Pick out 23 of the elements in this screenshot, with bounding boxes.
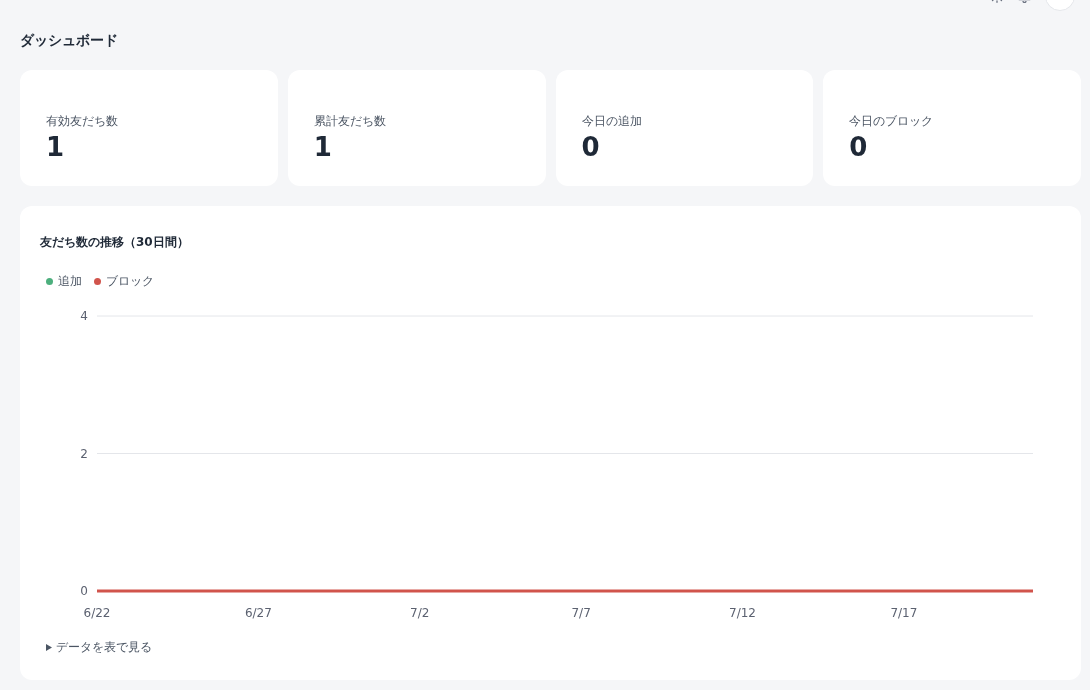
x-axis-label: 7/12 bbox=[729, 606, 756, 620]
x-axis-label: 7/17 bbox=[890, 606, 918, 620]
stat-label: 有効友だち数 bbox=[46, 114, 118, 128]
stat-value: 0 bbox=[581, 132, 600, 162]
stat-label: 累計友だち数 bbox=[313, 114, 386, 128]
x-axis-label: 6/27 bbox=[244, 606, 272, 620]
x-axis-label: 7/2 bbox=[410, 606, 430, 620]
legend-label: 追加 bbox=[58, 274, 82, 288]
y-axis-label: 4 bbox=[80, 309, 88, 323]
y-axis-label: 0 bbox=[80, 584, 88, 598]
stat-label: 今日の追加 bbox=[581, 114, 642, 128]
y-axis-label: 2 bbox=[80, 446, 88, 461]
x-axis-label: 6/22 bbox=[83, 606, 111, 620]
page-title: ダッシュボード bbox=[20, 31, 118, 50]
stat-value: 0 bbox=[849, 132, 868, 162]
caret-icon bbox=[46, 643, 52, 651]
stat-label: 今日のブロック bbox=[849, 114, 934, 128]
x-axis-label: 7/7 bbox=[571, 606, 591, 620]
chart-title: 友だち数の推移（30日間） bbox=[40, 234, 189, 250]
legend-label: ブロック bbox=[106, 274, 154, 288]
stat-value: 1 bbox=[46, 132, 65, 162]
table-toggle[interactable]: データを表で見る bbox=[46, 640, 152, 654]
stat-value: 1 bbox=[313, 132, 332, 162]
